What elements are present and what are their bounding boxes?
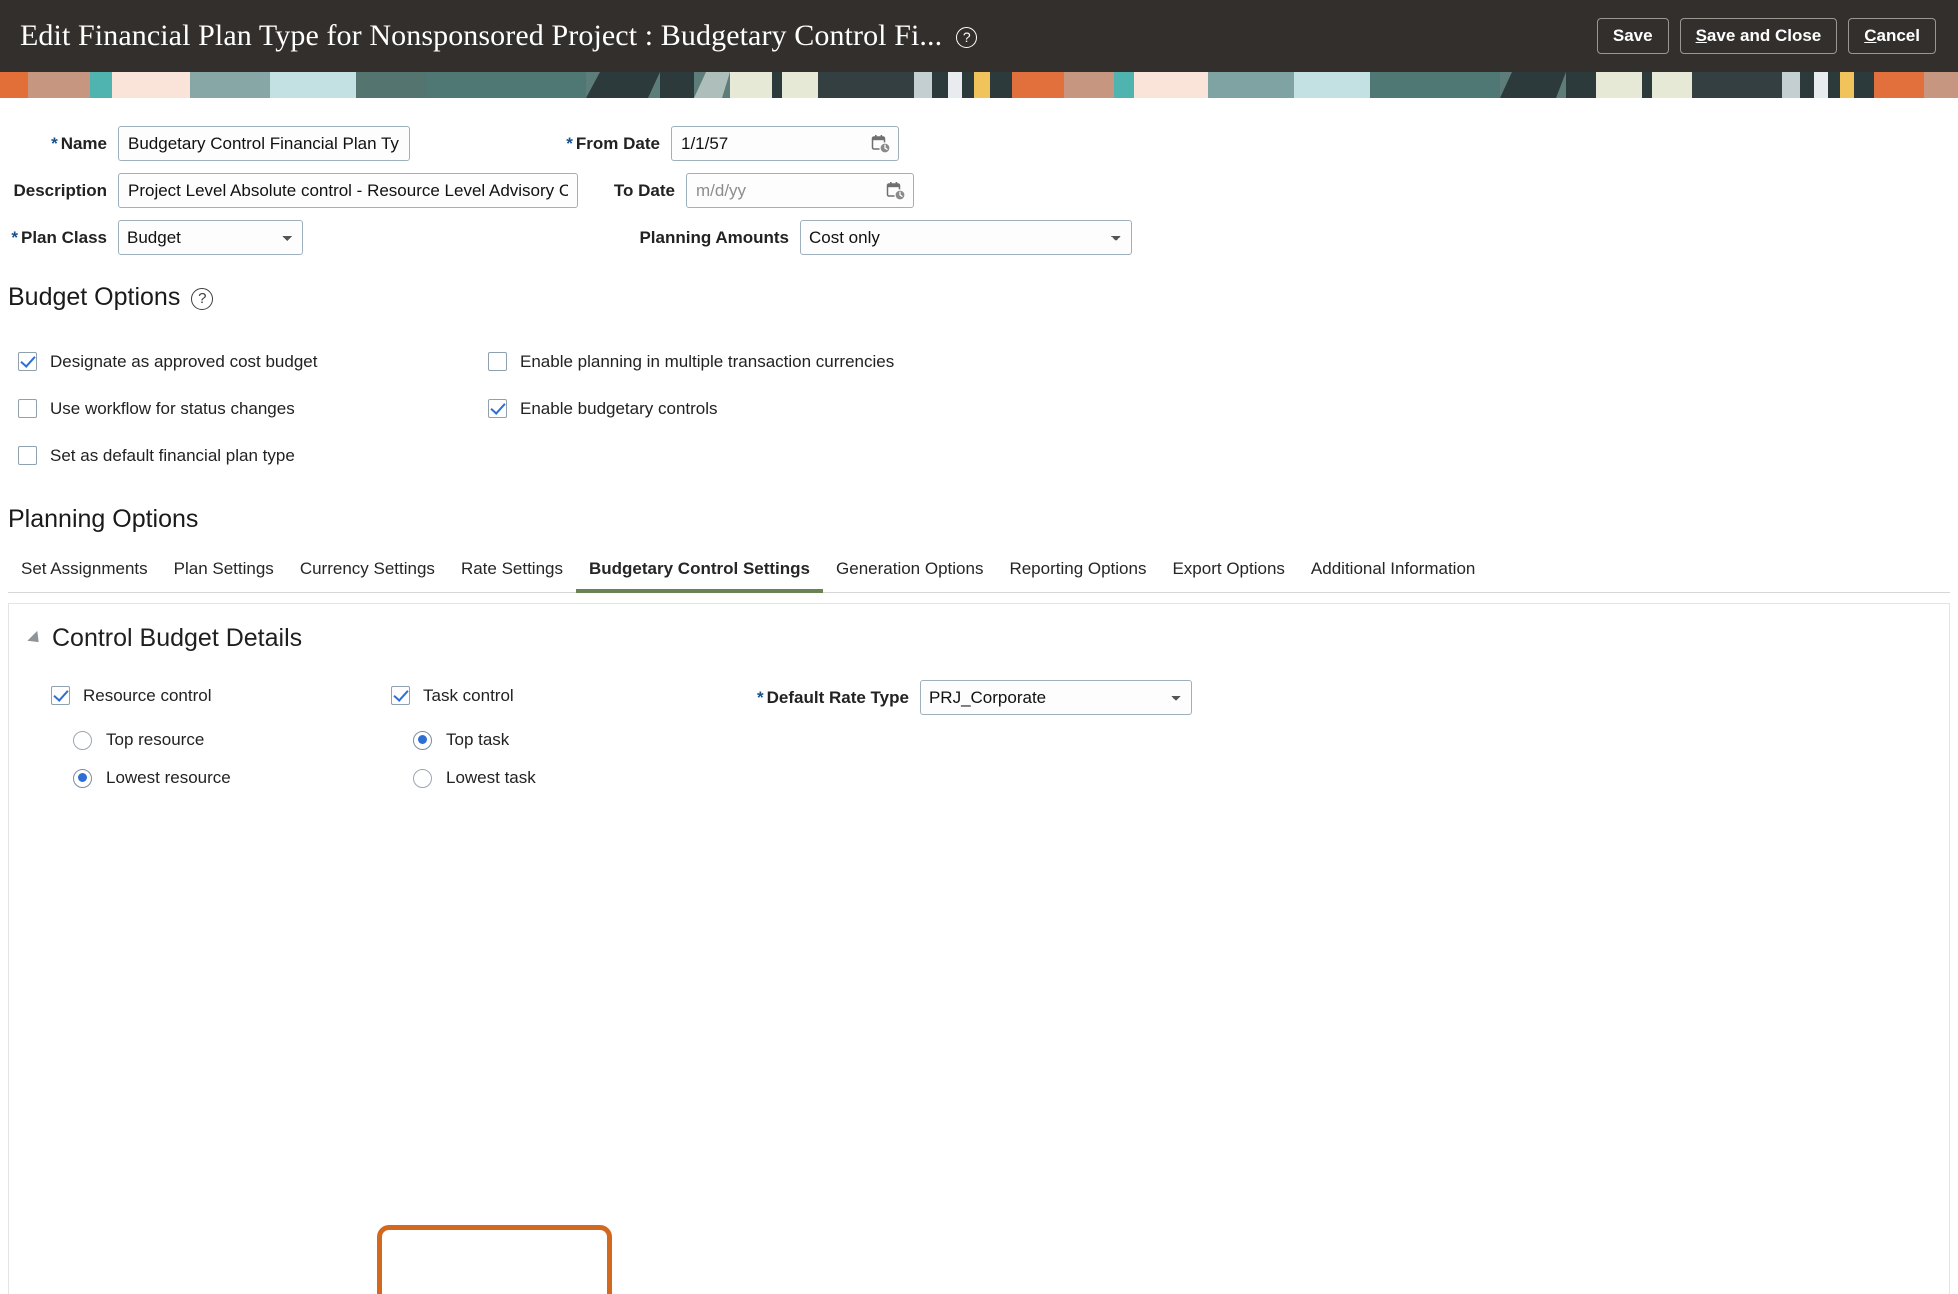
plan-class-label: *Plan Class bbox=[0, 228, 107, 248]
tab-budgetary-control-settings[interactable]: Budgetary Control Settings bbox=[576, 550, 823, 593]
resource-control-radios: Top resource Lowest resource bbox=[73, 721, 296, 797]
required-marker: * bbox=[566, 134, 573, 153]
budget-options-group: Designate as approved cost budget Enable… bbox=[18, 338, 1958, 479]
checkbox-label: Task control bbox=[423, 686, 514, 706]
description-label: Description bbox=[0, 181, 107, 201]
save-button[interactable]: Save bbox=[1597, 18, 1669, 54]
to-date-field bbox=[686, 173, 914, 208]
plan-class-select[interactable]: Budget bbox=[118, 220, 303, 255]
checkbox-box[interactable] bbox=[391, 686, 410, 705]
checkbox-resource-control[interactable]: Resource control bbox=[51, 679, 296, 712]
planning-amounts-label: Planning Amounts bbox=[303, 228, 789, 248]
checkbox-enable-budgetary-controls[interactable]: Enable budgetary controls bbox=[488, 399, 718, 419]
titlebar-actions: Save Save and Close Cancel bbox=[1597, 18, 1958, 54]
plan-class-row: *Plan Class Budget Planning Amounts Cost… bbox=[0, 214, 1958, 261]
tab-currency-settings[interactable]: Currency Settings bbox=[287, 550, 448, 593]
tab-additional-information[interactable]: Additional Information bbox=[1298, 550, 1488, 593]
from-date-label: *From Date bbox=[410, 134, 660, 154]
help-icon[interactable]: ? bbox=[956, 27, 977, 48]
name-input[interactable] bbox=[118, 126, 410, 161]
required-marker: * bbox=[11, 228, 18, 247]
default-rate-type-field: *Default Rate Type PRJ_Corporate bbox=[757, 679, 1192, 715]
checkbox-box[interactable] bbox=[488, 352, 507, 371]
checkbox-label: Enable budgetary controls bbox=[520, 399, 718, 419]
required-marker: * bbox=[757, 688, 764, 707]
budget-options-title: Budget Options bbox=[8, 283, 180, 312]
checkbox-box[interactable] bbox=[18, 399, 37, 418]
banner-artwork bbox=[0, 72, 1958, 98]
help-icon[interactable]: ? bbox=[191, 288, 213, 310]
task-control-group: Task control Top task Lowest task bbox=[391, 679, 631, 797]
radio-label: Lowest task bbox=[446, 768, 536, 788]
tab-generation-options[interactable]: Generation Options bbox=[823, 550, 996, 593]
default-rate-type-label: *Default Rate Type bbox=[757, 688, 909, 708]
radio-circle[interactable] bbox=[73, 731, 92, 750]
cancel-button[interactable]: Cancel bbox=[1848, 18, 1936, 54]
radio-lowest-task[interactable]: Lowest task bbox=[413, 759, 631, 797]
checkbox-box[interactable] bbox=[18, 352, 37, 371]
checkbox-label: Set as default financial plan type bbox=[50, 446, 295, 466]
checkbox-box[interactable] bbox=[18, 446, 37, 465]
control-budget-details-header[interactable]: Control Budget Details bbox=[9, 604, 1949, 653]
calendar-clock-icon[interactable] bbox=[871, 134, 891, 154]
checkbox-designate-approved-cost-budget[interactable]: Designate as approved cost budget bbox=[18, 352, 488, 372]
checkbox-set-as-default-financial-plan-type[interactable]: Set as default financial plan type bbox=[18, 446, 488, 466]
radio-label: Top task bbox=[446, 730, 509, 750]
annotation-box-task-control bbox=[377, 1225, 612, 1294]
description-input[interactable] bbox=[118, 173, 578, 208]
decorative-banner-image bbox=[0, 72, 1958, 98]
radio-top-task[interactable]: Top task bbox=[413, 721, 631, 759]
to-date-input[interactable] bbox=[686, 173, 914, 208]
checkbox-use-workflow-status-changes[interactable]: Use workflow for status changes bbox=[18, 399, 488, 419]
page-title: Edit Financial Plan Type for Nonsponsore… bbox=[20, 19, 942, 53]
planning-amounts-select[interactable]: Cost only bbox=[800, 220, 1132, 255]
default-rate-type-select[interactable]: PRJ_Corporate bbox=[920, 680, 1192, 715]
checkbox-label: Use workflow for status changes bbox=[50, 399, 295, 419]
radio-label: Top resource bbox=[106, 730, 204, 750]
budget-options-row: Designate as approved cost budget Enable… bbox=[18, 338, 1958, 385]
window-title-bar: Edit Financial Plan Type for Nonsponsore… bbox=[0, 0, 1958, 72]
radio-circle[interactable] bbox=[413, 731, 432, 750]
to-date-label: To Date bbox=[578, 181, 675, 201]
control-budget-details-title: Control Budget Details bbox=[52, 624, 302, 653]
calendar-clock-icon[interactable] bbox=[886, 181, 906, 201]
planning-options-tabs: Set Assignments Plan Settings Currency S… bbox=[8, 550, 1950, 593]
collapse-triangle-icon[interactable] bbox=[27, 630, 43, 646]
planning-options-title: Planning Options bbox=[8, 505, 198, 534]
tab-plan-settings[interactable]: Plan Settings bbox=[161, 550, 287, 593]
control-budget-details-body: Resource control Top resource Lowest res… bbox=[9, 653, 1949, 797]
header-form: *Name *From Date Description To Date bbox=[0, 98, 1958, 261]
checkbox-task-control[interactable]: Task control bbox=[391, 679, 631, 712]
task-control-radios: Top task Lowest task bbox=[413, 721, 631, 797]
radio-label: Lowest resource bbox=[106, 768, 231, 788]
checkbox-box[interactable] bbox=[488, 399, 507, 418]
radio-top-resource[interactable]: Top resource bbox=[73, 721, 296, 759]
budget-options-row: Set as default financial plan type bbox=[18, 432, 1958, 479]
from-date-input[interactable] bbox=[671, 126, 899, 161]
budgetary-control-settings-panel: Control Budget Details Resource control … bbox=[8, 603, 1950, 1294]
radio-lowest-resource[interactable]: Lowest resource bbox=[73, 759, 296, 797]
radio-circle[interactable] bbox=[73, 769, 92, 788]
checkbox-box[interactable] bbox=[51, 686, 70, 705]
radio-circle[interactable] bbox=[413, 769, 432, 788]
resource-control-group: Resource control Top resource Lowest res… bbox=[51, 679, 296, 797]
planning-options-heading: Planning Options bbox=[8, 505, 1958, 534]
budget-options-heading: Budget Options ? bbox=[8, 283, 1958, 312]
checkbox-label: Resource control bbox=[83, 686, 212, 706]
description-row: Description To Date bbox=[0, 167, 1958, 214]
checkbox-label: Enable planning in multiple transaction … bbox=[520, 352, 894, 372]
checkbox-label: Designate as approved cost budget bbox=[50, 352, 317, 372]
save-and-close-button[interactable]: Save and Close bbox=[1680, 18, 1838, 54]
budget-options-row: Use workflow for status changes Enable b… bbox=[18, 385, 1958, 432]
from-date-field bbox=[671, 126, 899, 161]
name-label: *Name bbox=[0, 134, 107, 154]
checkbox-enable-planning-multiple-currencies[interactable]: Enable planning in multiple transaction … bbox=[488, 352, 894, 372]
tab-reporting-options[interactable]: Reporting Options bbox=[996, 550, 1159, 593]
required-marker: * bbox=[51, 134, 58, 153]
tab-export-options[interactable]: Export Options bbox=[1159, 550, 1297, 593]
tab-set-assignments[interactable]: Set Assignments bbox=[8, 550, 161, 593]
tab-rate-settings[interactable]: Rate Settings bbox=[448, 550, 576, 593]
name-row: *Name *From Date bbox=[0, 120, 1958, 167]
